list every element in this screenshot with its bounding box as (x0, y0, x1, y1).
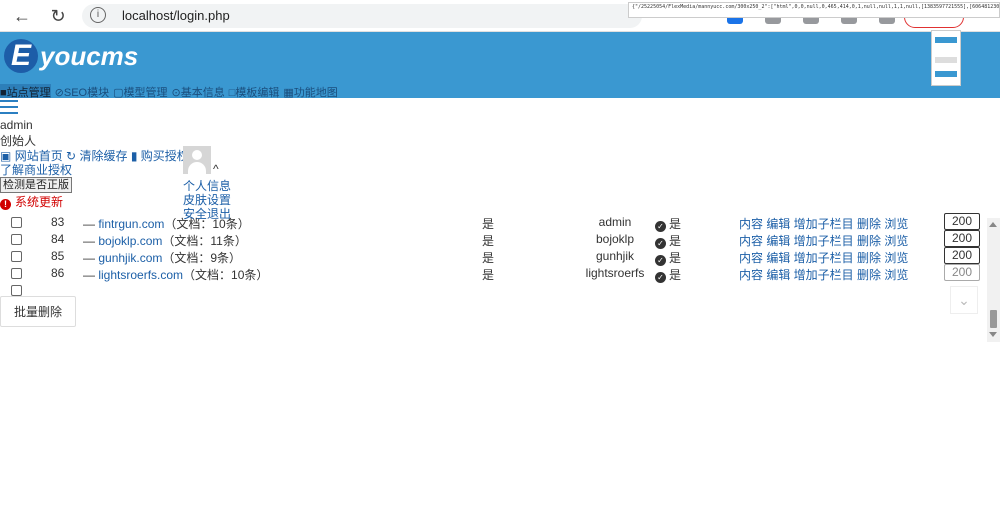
row-prefix: — (83, 268, 95, 282)
menu-icon[interactable] (0, 100, 18, 114)
row-actions[interactable]: 内容 编辑 增加子栏目 删除 浏览 (739, 215, 908, 232)
row-user: bojoklp (595, 232, 635, 246)
row-prefix: — (83, 234, 95, 248)
row-prefix: — (83, 251, 95, 265)
caret-up-icon[interactable]: ^ (213, 162, 219, 176)
sort-input[interactable]: 200 (944, 230, 980, 247)
system-update-label: 系统更新 (15, 195, 64, 209)
debug-popup-text: {"/25225054/FlexMedia/mannyucc.com/300x2… (628, 2, 1000, 18)
sort-input[interactable]: 200 (944, 213, 980, 230)
nav-template-edit[interactable]: □模板编辑 (229, 84, 280, 99)
reload-icon[interactable]: ↻ (46, 4, 70, 28)
row-name[interactable]: — lightsroerfs.com（文档：10条） (83, 266, 268, 283)
row-id: 84 (51, 232, 65, 246)
row-show: 是 (482, 268, 495, 282)
row-actions[interactable]: 内容 编辑 增加子栏目 删除 浏览 (739, 232, 908, 249)
row-actions[interactable]: 内容 编辑 增加子栏目 删除 浏览 (739, 266, 908, 283)
scroll-down-icon[interactable] (989, 332, 997, 337)
row-id: 83 (51, 215, 65, 229)
select-all-checkbox[interactable] (11, 285, 22, 296)
url-text: localhost/login.php (122, 8, 230, 23)
avatar[interactable] (183, 146, 211, 174)
system-update[interactable]: ! 系统更新 (0, 193, 63, 210)
row-docs: （文档：10条） (164, 217, 250, 231)
username: admin (0, 118, 33, 132)
row-status[interactable]: ✓ 是 (655, 215, 681, 232)
row-checkbox[interactable] (11, 217, 22, 228)
row-site[interactable]: fintrgun.com (98, 217, 164, 231)
table-row: 83 — fintrgun.com（文档：10条） 是 admin ✓ 是 内容 … (0, 213, 985, 232)
row-docs: （文档：10条） (183, 268, 269, 282)
nav-models[interactable]: ▢模型管理 (113, 84, 167, 99)
row-show: 是 (482, 251, 495, 265)
nav-seo[interactable]: ⊘SEO模块 (55, 84, 109, 99)
table-row: 84 — bojoklp.com（文档：11条） 是 bojoklp ✓ 是 内容… (0, 230, 985, 249)
bookmark-icon: ▮ (130, 149, 138, 163)
nav-function-map[interactable]: ▦功能地图 (283, 84, 337, 99)
row-name[interactable]: — fintrgun.com（文档：10条） (83, 215, 250, 232)
row-status[interactable]: ✓ 是 (655, 232, 681, 249)
row-name[interactable]: — gunhjik.com（文档：9条） (83, 249, 241, 266)
row-status[interactable]: ✓ 是 (655, 266, 681, 283)
address-bar[interactable]: i localhost/login.php (82, 4, 642, 28)
top-nav: ■站点管理 ⊘SEO模块 ▢模型管理 ⊙基本信息 □模板编辑 ▦功能地图 (0, 84, 342, 99)
logo-mark: E (4, 39, 38, 73)
row-user: lightsroerfs (585, 266, 645, 280)
logo[interactable]: E youcms (4, 38, 138, 74)
sort-input[interactable]: 200 (944, 247, 980, 264)
buy-license-link[interactable]: 购买授权 (141, 149, 189, 163)
alert-icon: ! (0, 199, 11, 210)
row-show: 是 (482, 234, 495, 248)
sort-input[interactable]: 200 (944, 264, 980, 281)
scrollbar[interactable] (987, 218, 1000, 342)
row-docs: （文档：11条） (162, 234, 247, 248)
chevron-down-icon[interactable]: ⌄ (950, 286, 978, 314)
preview-thumbnail[interactable] (931, 30, 961, 86)
row-user: admin (598, 215, 632, 229)
row-name[interactable]: — bojoklp.com（文档：11条） (83, 232, 247, 249)
row-checkbox[interactable] (11, 251, 22, 262)
row-user: gunhjik (595, 249, 635, 263)
business-license-link[interactable]: 了解商业授权 (0, 161, 72, 178)
check-version-button[interactable]: 检测是否正版 (0, 177, 72, 193)
nav-basic-info[interactable]: ⊙基本信息 (172, 84, 225, 99)
batch-delete-button[interactable]: 批量删除 (0, 296, 76, 327)
logo-text: youcms (40, 40, 139, 71)
row-site[interactable]: gunhjik.com (98, 251, 162, 265)
nav-site-management[interactable]: ■站点管理 (0, 84, 51, 99)
site-info-icon[interactable]: i (90, 7, 106, 23)
row-actions[interactable]: 内容 编辑 增加子栏目 删除 浏览 (739, 249, 908, 266)
row-id: 86 (51, 266, 65, 280)
table-row: 86 — lightsroerfs.com（文档：10条） 是 lightsro… (0, 264, 985, 283)
row-id: 85 (51, 249, 65, 263)
row-status[interactable]: ✓ 是 (655, 249, 681, 266)
scroll-up-icon[interactable] (989, 222, 997, 227)
clear-cache-link[interactable]: 清除缓存 (79, 149, 127, 163)
browser-toolbar: ← ↻ i localhost/login.php {"/25225054/Fl… (0, 0, 1000, 32)
table-row: 85 — gunhjik.com（文档：9条） 是 gunhjik ✓ 是 内容 … (0, 247, 985, 266)
back-arrow-icon[interactable]: ← (10, 4, 34, 28)
row-site[interactable]: bojoklp.com (98, 234, 162, 248)
row-checkbox[interactable] (11, 268, 22, 279)
row-site[interactable]: lightsroerfs.com (98, 268, 183, 282)
row-docs: （文档：9条） (162, 251, 242, 265)
row-checkbox[interactable] (11, 234, 22, 245)
select-all-row (0, 282, 985, 299)
row-show: 是 (482, 217, 495, 231)
scrollbar-thumb[interactable] (990, 310, 997, 328)
row-prefix: — (83, 217, 95, 231)
